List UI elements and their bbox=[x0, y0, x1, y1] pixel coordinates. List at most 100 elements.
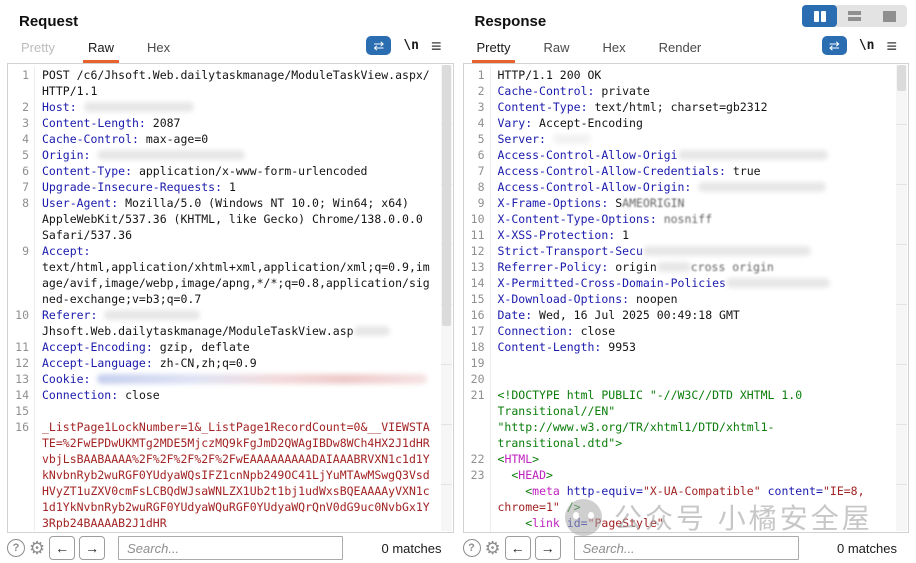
line-text: _ListPage1LockNumber=1&_ListPage1RecordC… bbox=[42, 419, 453, 531]
word-wrap-icon[interactable]: ⇄ bbox=[366, 36, 391, 55]
line-number: 2 bbox=[464, 83, 491, 99]
line-text: Content-Type: application/x-www-form-url… bbox=[42, 163, 453, 179]
line-text: Accept-Language: zh-CN,zh;q=0.9 bbox=[42, 355, 453, 371]
tab-raw[interactable]: Raw bbox=[86, 40, 116, 63]
code-line: 3Content-Length: 2087 bbox=[8, 115, 453, 131]
line-number: 9 bbox=[464, 195, 491, 211]
response-panel: Response PrettyRawHexRender ⇄ \n ≡ 1HTTP… bbox=[463, 0, 910, 563]
line-number: 20 bbox=[464, 371, 491, 387]
line-number: 3 bbox=[464, 99, 491, 115]
code-line: 12Accept-Language: zh-CN,zh;q=0.9 bbox=[8, 355, 453, 371]
redacted-text bbox=[657, 262, 691, 272]
line-text: Accept-Encoding: gzip, deflate bbox=[42, 339, 453, 355]
response-toolbar: ⇄ \n ≡ bbox=[822, 36, 897, 63]
rows-layout-button[interactable] bbox=[837, 5, 872, 27]
line-text: Date: Wed, 16 Jul 2025 00:49:18 GMT bbox=[498, 307, 909, 323]
code-line: 9X-Frame-Options: SAMEORIGIN bbox=[464, 195, 909, 211]
line-text: Vary: Accept-Encoding bbox=[498, 115, 909, 131]
menu-icon[interactable]: ≡ bbox=[886, 40, 897, 52]
code-line: 15X-Download-Options: noopen bbox=[464, 291, 909, 307]
line-text: Access-Control-Allow-Origin: bbox=[498, 179, 909, 195]
request-search-input[interactable] bbox=[118, 536, 343, 560]
line-number: 8 bbox=[8, 195, 35, 243]
line-text: Access-Control-Allow-Credentials: true bbox=[498, 163, 909, 179]
line-text: Upgrade-Insecure-Requests: 1 bbox=[42, 179, 453, 195]
menu-icon[interactable]: ≡ bbox=[431, 40, 442, 52]
line-number: 11 bbox=[464, 227, 491, 243]
tab-pretty[interactable]: Pretty bbox=[19, 40, 57, 63]
line-text: Referer: Jhsoft.Web.dailytaskmanage/Modu… bbox=[42, 307, 453, 339]
line-number: 2 bbox=[8, 99, 35, 115]
line-number: 13 bbox=[464, 259, 491, 275]
code-line: 3Content-Type: text/html; charset=gb2312 bbox=[464, 99, 909, 115]
next-match-button[interactable]: → bbox=[535, 536, 561, 560]
redacted-text bbox=[104, 310, 200, 320]
help-icon[interactable]: ? bbox=[7, 539, 25, 557]
line-number: 4 bbox=[464, 115, 491, 131]
code-line: 1HTTP/1.1 200 OK bbox=[464, 67, 909, 83]
request-editor[interactable]: 1POST /c6/Jhsoft.Web.dailytaskmanage/Mod… bbox=[7, 63, 454, 533]
line-text: X-Content-Type-Options: nosniff bbox=[498, 211, 909, 227]
line-number: 8 bbox=[464, 179, 491, 195]
redacted-text bbox=[354, 326, 390, 336]
search-settings-gear-icon[interactable]: ⚙ bbox=[485, 539, 501, 557]
line-text: <link id="PageStyle" href="../../JHSoft.… bbox=[498, 515, 909, 533]
show-newlines-icon[interactable]: \n bbox=[859, 38, 875, 53]
tab-hex[interactable]: Hex bbox=[600, 40, 627, 63]
response-tabbar: Pretty Raw Hex Render ⇄ \n ≡ bbox=[463, 30, 910, 63]
redacted-text bbox=[698, 182, 826, 192]
next-match-button[interactable]: → bbox=[79, 536, 105, 560]
redacted-text bbox=[643, 246, 811, 256]
line-text: <HEAD> bbox=[498, 467, 909, 483]
line-number: 5 bbox=[464, 131, 491, 147]
scrollbar-thumb[interactable] bbox=[442, 65, 451, 326]
code-line: 21<!DOCTYPE html PUBLIC "-//W3C//DTD XHT… bbox=[464, 387, 909, 451]
rows-icon bbox=[848, 11, 861, 21]
http-message-viewer: Request PrettyRawHex ⇄ \n ≡ 1POST /c6/Jh… bbox=[0, 0, 916, 563]
response-search-input[interactable] bbox=[574, 536, 799, 560]
scrollbar-thumb[interactable] bbox=[897, 65, 906, 91]
word-wrap-icon[interactable]: ⇄ bbox=[822, 36, 847, 55]
columns-layout-button[interactable] bbox=[802, 5, 837, 27]
line-number: 13 bbox=[8, 371, 35, 387]
line-number: 4 bbox=[8, 131, 35, 147]
help-icon[interactable]: ? bbox=[463, 539, 481, 557]
line-text: HTTP/1.1 200 OK bbox=[498, 67, 909, 83]
line-number: 7 bbox=[8, 179, 35, 195]
code-line: 22 <HTML> bbox=[464, 451, 909, 467]
tab-render[interactable]: Render bbox=[657, 40, 704, 63]
previous-match-button[interactable]: ← bbox=[505, 536, 531, 560]
response-scrollbar[interactable] bbox=[896, 65, 907, 531]
tab-hex[interactable]: Hex bbox=[145, 40, 172, 63]
line-text: <HTML> bbox=[498, 451, 909, 467]
line-number: 21 bbox=[464, 387, 491, 451]
tab-raw[interactable]: Raw bbox=[541, 40, 571, 63]
search-settings-gear-icon[interactable]: ⚙ bbox=[29, 539, 45, 557]
code-line: 10Referer: Jhsoft.Web.dailytaskmanage/Mo… bbox=[8, 307, 453, 339]
code-line: 13 Cookie: bbox=[8, 371, 453, 387]
code-line: 2Cache-Control: private bbox=[464, 83, 909, 99]
line-text: Cookie: bbox=[42, 371, 453, 387]
line-number: 22 bbox=[464, 451, 491, 467]
single-layout-button[interactable] bbox=[872, 5, 907, 27]
previous-match-button[interactable]: ← bbox=[49, 536, 75, 560]
show-newlines-icon[interactable]: \n bbox=[403, 38, 419, 53]
redacted-text bbox=[553, 134, 591, 144]
line-number: 17 bbox=[464, 323, 491, 339]
code-line: 16Date: Wed, 16 Jul 2025 00:49:18 GMT bbox=[464, 307, 909, 323]
line-number: 19 bbox=[464, 355, 491, 371]
tab-pretty[interactable]: Pretty bbox=[475, 40, 513, 63]
line-text: Origin: bbox=[42, 147, 453, 163]
response-editor[interactable]: 1HTTP/1.1 200 OK2Cache-Control: private3… bbox=[463, 63, 910, 533]
line-number: 5 bbox=[8, 147, 35, 163]
code-line: 12Strict-Transport-Secu bbox=[464, 243, 909, 259]
redacted-text bbox=[726, 278, 830, 288]
request-scrollbar[interactable] bbox=[441, 65, 452, 531]
line-number: 10 bbox=[8, 307, 35, 339]
code-line: 18Content-Length: 9953 bbox=[464, 339, 909, 355]
line-number: 16 bbox=[8, 419, 35, 531]
line-text: <meta http-equiv="X-UA-Compatible" conte… bbox=[498, 483, 909, 515]
redacted-text bbox=[678, 150, 828, 160]
code-line: 5 Origin: bbox=[8, 147, 453, 163]
line-number: 11 bbox=[8, 339, 35, 355]
